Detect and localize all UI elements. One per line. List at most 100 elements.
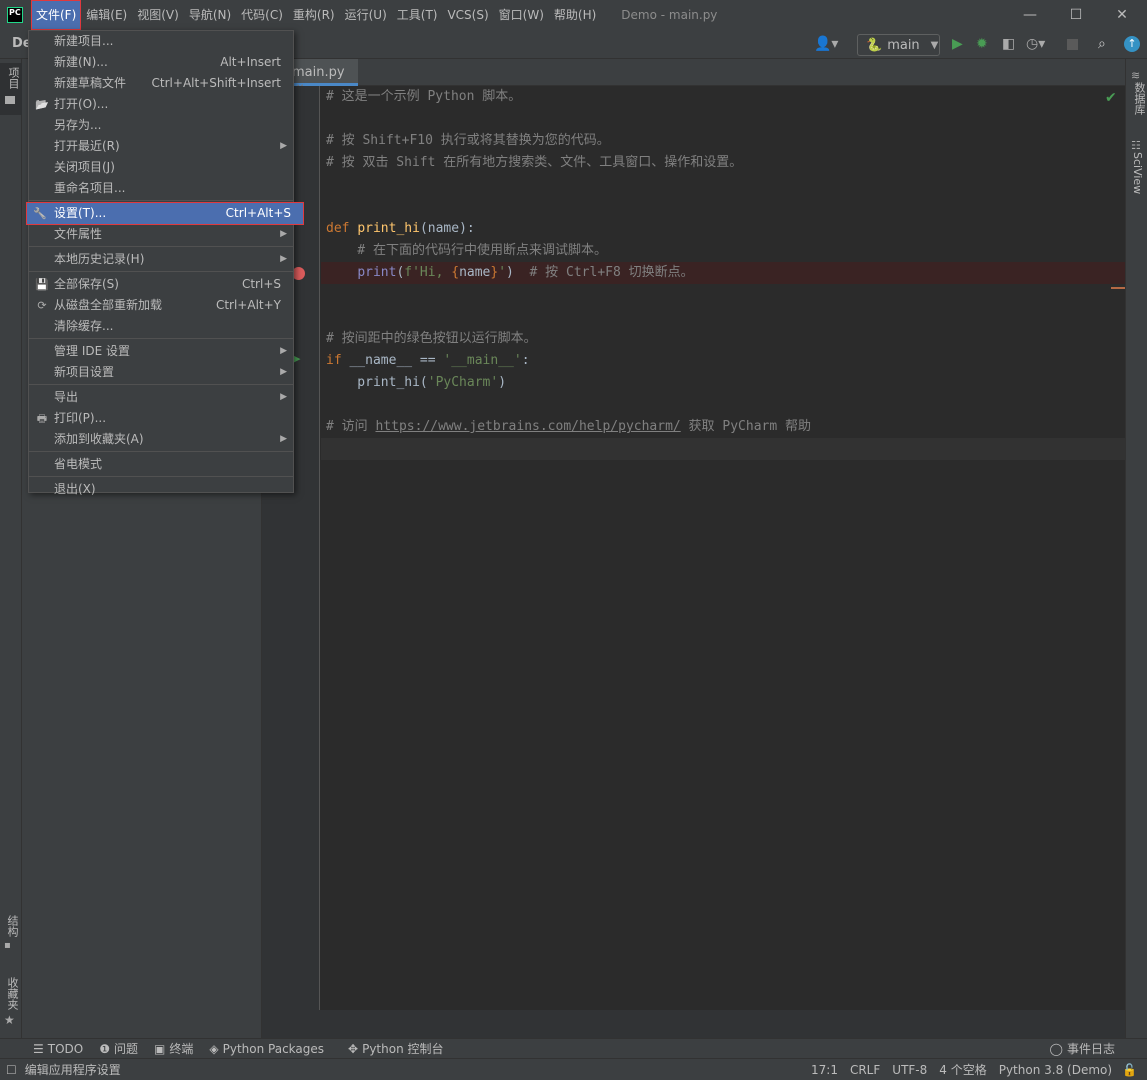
menu-item-label: 打开(O)...	[54, 97, 109, 111]
file-menu-item[interactable]: 💾 全部保存(S) Ctrl+S	[29, 274, 293, 295]
code-line[interactable]	[321, 438, 1125, 460]
project-tool-tab[interactable]: 项目	[0, 63, 22, 115]
sciview-tool-tab[interactable]: ☷ SciView	[1131, 139, 1144, 197]
menu-9[interactable]: 窗口(W)	[494, 0, 549, 30]
file-menu-item[interactable]: 新建草稿文件 Ctrl+Alt+Shift+Insert	[29, 73, 293, 94]
interpreter-selector[interactable]: Python 3.8 (Demo)	[999, 1063, 1112, 1077]
structure-tool-tab[interactable]: 结构 ▪	[4, 915, 20, 951]
code-line[interactable]: # 按间距中的绿色按钮以运行脚本。	[321, 328, 1125, 350]
python-console-tool-button[interactable]: ✥ Python 控制台	[348, 1040, 443, 1057]
menu-item-label: 新建(N)...	[54, 55, 108, 69]
code-token: 获取 PyCharm 帮助	[680, 419, 812, 434]
menu-item-label: 导出	[54, 390, 79, 404]
code-line[interactable]: print_hi('PyCharm')	[321, 372, 1125, 394]
user-icon[interactable]: 👤▾	[814, 36, 838, 52]
close-button[interactable]: ✕	[1099, 0, 1145, 30]
file-menu-item[interactable]: 打开最近(R) ▶	[29, 136, 293, 157]
code-line[interactable]: # 按 双击 Shift 在所有地方搜索类、文件、工具窗口、操作和设置。	[321, 152, 1125, 174]
debug-icon[interactable]: ✹	[976, 36, 988, 52]
code-token: f'Hi,	[404, 265, 452, 280]
favorites-tab-label: 收藏夹	[6, 977, 19, 1010]
stop-icon[interactable]	[1067, 39, 1078, 50]
menu-item-shortcut: Ctrl+S	[241, 277, 281, 291]
code-line[interactable]: if __name__ == '__main__':	[321, 350, 1125, 372]
database-tool-tab[interactable]: ≋ 数据库	[1131, 69, 1147, 118]
code-line[interactable]: # 按 Shift+F10 执行或将其替换为您的代码。	[321, 130, 1125, 152]
error-stripe-mark[interactable]	[1111, 287, 1125, 289]
code-line[interactable]: # 这是一个示例 Python 脚本。	[321, 86, 1125, 108]
code-line[interactable]	[321, 284, 1125, 306]
menu-4[interactable]: 代码(C)	[236, 0, 288, 30]
file-menu-item[interactable]: 清除缓存...	[29, 316, 293, 337]
menu-10[interactable]: 帮助(H)	[549, 0, 601, 30]
menu-7[interactable]: 工具(T)	[392, 0, 443, 30]
run-config-select[interactable]: 🐍 main ▼	[857, 34, 940, 56]
menu-6[interactable]: 运行(U)	[340, 0, 392, 30]
inspection-ok-icon[interactable]: ✔	[1105, 90, 1117, 106]
caret-position[interactable]: 17:1	[811, 1063, 838, 1077]
code-line[interactable]	[321, 108, 1125, 130]
maximize-button[interactable]: ☐	[1053, 0, 1099, 30]
file-menu-item[interactable]: 🖶 打印(P)...	[29, 408, 293, 429]
list-icon: ☰	[33, 1041, 44, 1056]
coverage-icon[interactable]: ◧	[1002, 36, 1015, 52]
status-panel-icon[interactable]: ☐	[6, 1063, 17, 1077]
file-menu-item[interactable]: ⟳ 从磁盘全部重新加载 Ctrl+Alt+Y	[29, 295, 293, 316]
profile-icon[interactable]: ◷▾	[1026, 36, 1045, 52]
file-menu-item[interactable]: 新建项目...	[29, 31, 293, 52]
menu-item-label: 打印(P)...	[54, 411, 107, 425]
menu-0[interactable]: 文件(F)	[31, 0, 82, 30]
menu-item-label: 从磁盘全部重新加载	[54, 298, 163, 312]
file-menu-item[interactable]: 新项目设置 ▶	[29, 362, 293, 383]
file-menu-item[interactable]: 新建(N)... Alt+Insert	[29, 52, 293, 73]
file-encoding[interactable]: UTF-8	[892, 1063, 927, 1077]
code-token: if	[326, 353, 350, 368]
problems-tool-button[interactable]: ❶ 问题	[99, 1040, 138, 1057]
file-menu-item[interactable]: 退出(X)	[29, 479, 293, 500]
code-editor[interactable]: # 访问 https://www.jetbrains.com/help/pych…	[321, 86, 1125, 1010]
file-menu-item[interactable]: 添加到收藏夹(A) ▶	[29, 429, 293, 450]
code-line[interactable]: # 在下面的代码行中使用断点来调试脚本。	[321, 240, 1125, 262]
horizontal-scroll-area[interactable]	[262, 1010, 1125, 1038]
file-menu-item[interactable]: 导出 ▶	[29, 387, 293, 408]
file-menu-item[interactable]: 本地历史记录(H) ▶	[29, 249, 293, 270]
code-line[interactable]	[321, 306, 1125, 328]
menu-5[interactable]: 重构(R)	[288, 0, 340, 30]
todo-tool-button[interactable]: ☰ TODO	[33, 1042, 83, 1056]
file-menu-item[interactable]: 关闭项目(J)	[29, 157, 293, 178]
folder-icon	[5, 96, 15, 104]
minimize-button[interactable]: —	[1007, 0, 1053, 30]
update-icon[interactable]: ↑	[1124, 36, 1140, 52]
python-packages-tool-button[interactable]: ◈ Python Packages	[209, 1042, 324, 1056]
line-separator[interactable]: CRLF	[850, 1063, 880, 1077]
favorites-tool-tab[interactable]: 收藏夹 ★	[4, 977, 20, 1027]
menu-8[interactable]: VCS(S)	[442, 0, 493, 30]
code-link[interactable]: https://www.jetbrains.com/help/pycharm/	[375, 419, 680, 434]
code-token: )	[506, 265, 530, 280]
run-icon[interactable]: ▶	[952, 36, 963, 52]
search-icon[interactable]: ⌕	[1098, 36, 1106, 52]
file-menu-item[interactable]: 管理 IDE 设置 ▶	[29, 341, 293, 362]
file-menu-item[interactable]: 📂 打开(O)...	[29, 94, 293, 115]
event-log-button[interactable]: ◯ 事件日志	[1050, 1040, 1115, 1057]
code-line[interactable]	[321, 174, 1125, 196]
file-menu-item[interactable]: 省电模式	[29, 454, 293, 475]
file-menu-item[interactable]: 另存为...	[29, 115, 293, 136]
file-menu-dropdown: 新建项目... 新建(N)... Alt+Insert 新建草稿文件 Ctrl+Alt+…	[26, 30, 304, 496]
code-line[interactable]: print(f'Hi, {name}') # 按 Ctrl+F8 切换断点。	[321, 262, 1125, 284]
indent-setting[interactable]: 4 个空格	[939, 1061, 986, 1078]
menu-item-label: 省电模式	[54, 457, 103, 471]
menu-1[interactable]: 编辑(E)	[81, 0, 132, 30]
lock-icon[interactable]: 🔓	[1122, 1063, 1137, 1077]
menu-item-shortcut: Ctrl+Alt+S	[225, 206, 291, 220]
code-line[interactable]	[321, 196, 1125, 218]
code-line[interactable]	[321, 394, 1125, 416]
file-menu-item[interactable]: 文件属性 ▶	[29, 224, 293, 245]
code-line[interactable]: def print_hi(name):	[321, 218, 1125, 240]
file-menu-item[interactable]: 重命名项目...	[29, 178, 293, 199]
terminal-tool-button[interactable]: ▣ 终端	[154, 1040, 193, 1057]
menu-2[interactable]: 视图(V)	[132, 0, 184, 30]
code-line[interactable]: # 访问 https://www.jetbrains.com/help/pych…	[321, 416, 1125, 438]
menu-3[interactable]: 导航(N)	[184, 0, 236, 30]
file-menu-item[interactable]: 🔧 设置(T)... Ctrl+Alt+S	[26, 202, 304, 225]
